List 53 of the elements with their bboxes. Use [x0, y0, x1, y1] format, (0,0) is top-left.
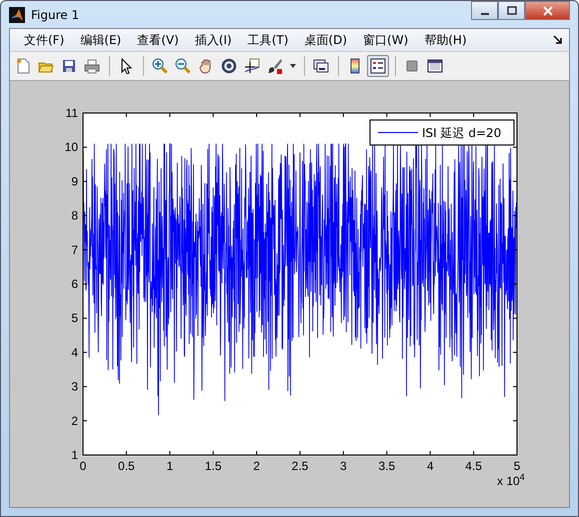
x-tick-label: 2	[253, 459, 260, 473]
y-tick-label: 6	[71, 277, 78, 291]
data-cursor-icon	[244, 58, 260, 74]
menu-item[interactable]: 编辑(E)	[72, 32, 130, 48]
x-axis-exponent: x 10$^{4}$	[497, 472, 525, 488]
zoom-in-icon	[152, 58, 168, 74]
x-tick-label: 1	[166, 459, 174, 473]
dock-arrow-icon[interactable]	[553, 35, 563, 45]
legend-icon	[370, 58, 386, 74]
minimize-icon	[480, 12, 488, 14]
menu-item[interactable]: 窗口(W)	[355, 32, 416, 48]
x-tick-label: 4	[426, 459, 434, 473]
new-file-icon	[15, 58, 31, 74]
app-icon	[9, 6, 25, 22]
minimize-button[interactable]	[471, 1, 498, 20]
save-icon	[61, 58, 77, 74]
legend-button[interactable]	[367, 55, 389, 77]
menu-item[interactable]: 查看(V)	[129, 32, 187, 48]
x-tick-label: 5	[514, 459, 520, 473]
y-tick-label: 11	[66, 106, 78, 120]
y-tick-label: 7	[71, 242, 78, 257]
y-tick-label: 9	[71, 174, 78, 188]
x-tick-label: 0.5	[118, 459, 135, 473]
menu-item[interactable]: 文件(F)	[16, 32, 72, 48]
y-tick-label: 1	[71, 448, 78, 462]
y-tick-label: 5	[71, 311, 78, 326]
x-tick-label: 3.5	[378, 459, 396, 473]
printer-icon	[84, 58, 100, 74]
menu-item[interactable]: 工具(T)	[240, 32, 296, 48]
y-tick-label: 8	[71, 208, 78, 223]
zoom-out-icon	[175, 58, 191, 74]
maximize-button[interactable]	[498, 1, 525, 20]
x-tick-label: 1.5	[204, 459, 222, 473]
y-tick-label: 4	[71, 345, 78, 360]
menu-item[interactable]: 帮助(H)	[416, 32, 475, 48]
close-button[interactable]	[525, 1, 570, 20]
caret-icon[interactable]	[290, 64, 296, 68]
x-tick-label: 4.5	[465, 459, 482, 473]
maximize-icon	[506, 6, 516, 16]
brush-icon	[267, 58, 283, 74]
menu-item[interactable]: 桌面(D)	[296, 32, 356, 48]
y-tick-label: 10	[64, 140, 78, 154]
y-tick-label: 2	[71, 414, 78, 428]
window-icon	[427, 58, 443, 74]
close-icon	[542, 6, 552, 16]
square-icon	[404, 58, 420, 74]
legend: ISI 延迟 d=20	[370, 120, 514, 146]
x-tick-label: 2.5	[292, 459, 308, 473]
x-tick-label: 3	[340, 459, 347, 473]
menu-item[interactable]: 插入(I)	[186, 32, 240, 48]
x-tick-label: 0	[80, 459, 86, 473]
y-tick-label: 3	[71, 380, 78, 394]
window-title: Figure 1	[31, 8, 80, 22]
